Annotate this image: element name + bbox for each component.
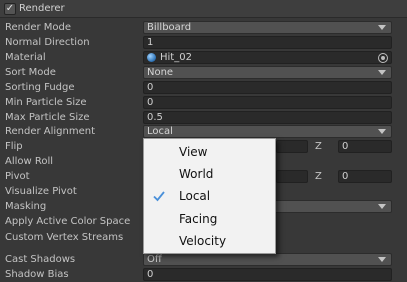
render-alignment-menu: View World Local Facing Velocity — [143, 138, 276, 254]
sort-mode-dropdown[interactable]: None — [143, 66, 392, 79]
menu-item-view-label: View — [179, 145, 208, 159]
sorting-fudge-label: Sorting Fudge — [5, 82, 75, 93]
max-particle-size-row: Max Particle Size 0.5 — [0, 111, 407, 125]
renderer-module-header[interactable]: ✓ Renderer — [0, 0, 407, 18]
max-particle-size-label: Max Particle Size — [5, 112, 90, 123]
allow-roll-label: Allow Roll — [5, 156, 54, 167]
cast-shadows-value: Off — [147, 254, 162, 265]
sort-mode-row: Sort Mode None — [0, 66, 407, 80]
render-mode-label: Render Mode — [5, 22, 72, 33]
flip-z-field[interactable]: 0 — [338, 140, 392, 153]
sort-mode-value: None — [147, 67, 174, 78]
shadow-bias-row: Shadow Bias 0 — [0, 268, 407, 282]
visualize-pivot-label: Visualize Pivot — [5, 186, 77, 197]
menu-item-view[interactable]: View — [144, 141, 275, 164]
menu-item-world-label: World — [179, 167, 214, 181]
flip-y-field[interactable] — [276, 140, 308, 153]
normal-direction-field[interactable]: 1 — [143, 36, 392, 49]
max-particle-size-field[interactable]: 0.5 — [143, 111, 392, 124]
render-mode-value: Billboard — [147, 22, 192, 33]
material-label: Material — [5, 52, 46, 63]
material-icon — [147, 53, 156, 62]
normal-direction-row: Normal Direction 1 — [0, 36, 407, 50]
menu-item-facing-label: Facing — [179, 212, 218, 226]
pivot-z-field[interactable]: 0 — [338, 170, 392, 183]
renderer-module-title: Renderer — [19, 3, 65, 14]
renderer-enabled-checkbox[interactable]: ✓ — [4, 3, 16, 15]
masking-label: Masking — [5, 201, 47, 212]
material-row: Material Hit_02 — [0, 51, 407, 65]
pivot-z-label: Z — [315, 171, 322, 182]
render-alignment-dropdown[interactable]: Local — [143, 125, 392, 138]
sort-mode-label: Sort Mode — [5, 67, 56, 78]
min-particle-size-row: Min Particle Size 0 — [0, 96, 407, 110]
normal-direction-label: Normal Direction — [5, 37, 90, 48]
pivot-label: Pivot — [5, 171, 30, 182]
min-particle-size-label: Min Particle Size — [5, 97, 87, 108]
render-mode-row: Render Mode Billboard — [0, 21, 407, 35]
chevron-down-icon — [378, 25, 386, 30]
menu-item-velocity[interactable]: Velocity — [144, 230, 275, 253]
cast-shadows-row: Cast Shadows Off — [0, 253, 407, 267]
menu-item-facing[interactable]: Facing — [144, 208, 275, 231]
sorting-fudge-row: Sorting Fudge 0 — [0, 81, 407, 95]
chevron-down-icon — [378, 204, 386, 209]
render-alignment-value: Local — [147, 126, 173, 137]
render-alignment-row: Render Alignment Local — [0, 125, 407, 139]
shadow-bias-label: Shadow Bias — [5, 269, 69, 280]
menu-item-velocity-label: Velocity — [179, 234, 227, 248]
chevron-down-icon — [378, 70, 386, 75]
chevron-down-icon — [378, 257, 386, 262]
render-alignment-label: Render Alignment — [5, 126, 96, 137]
shadow-bias-field[interactable]: 0 — [143, 268, 392, 281]
custom-vertex-streams-label: Custom Vertex Streams — [5, 232, 124, 243]
cast-shadows-label: Cast Shadows — [5, 254, 76, 265]
menu-item-local-label: Local — [179, 189, 211, 203]
apply-active-color-space-label: Apply Active Color Space — [5, 216, 131, 227]
menu-item-local[interactable]: Local — [144, 185, 275, 208]
cast-shadows-dropdown[interactable]: Off — [143, 253, 392, 266]
flip-z-label: Z — [315, 141, 322, 152]
min-particle-size-field[interactable]: 0 — [143, 96, 392, 109]
pivot-y-field[interactable] — [276, 170, 308, 183]
material-value: Hit_02 — [160, 52, 192, 63]
render-mode-dropdown[interactable]: Billboard — [143, 21, 392, 34]
sorting-fudge-field[interactable]: 0 — [143, 81, 392, 94]
checkmark-icon — [153, 191, 165, 202]
material-object-field[interactable]: Hit_02 — [143, 51, 392, 64]
object-picker-icon[interactable] — [378, 53, 388, 63]
menu-item-world[interactable]: World — [144, 163, 275, 186]
chevron-down-icon — [378, 129, 386, 134]
flip-label: Flip — [5, 141, 23, 152]
